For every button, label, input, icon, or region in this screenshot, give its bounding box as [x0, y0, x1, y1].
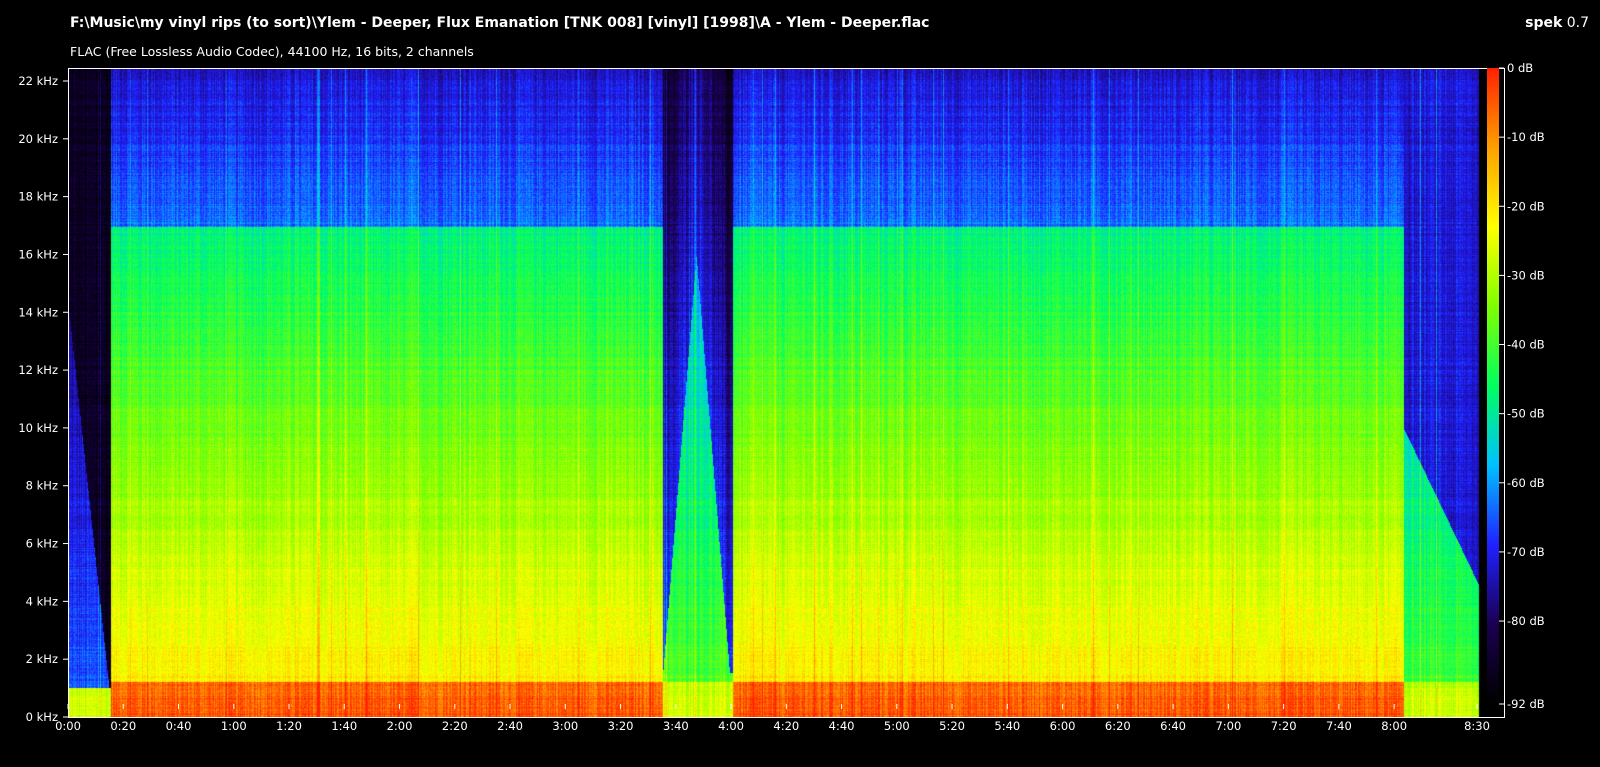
- x-axis-tick-label: 5:00: [884, 719, 910, 733]
- x-axis-tick-label: 7:20: [1271, 719, 1297, 733]
- x-axis-tick-label: 4:00: [718, 719, 744, 733]
- colorbar-tick-label: -70 dB: [1507, 545, 1545, 559]
- colorbar-tick-label: -80 dB: [1507, 614, 1545, 628]
- y-axis-tick-label: 8 kHz: [26, 479, 58, 493]
- x-axis-tick-label: 0:00: [55, 719, 81, 733]
- colorbar-tick-label: -92 dB: [1507, 697, 1545, 711]
- colorbar-tick-label: -40 dB: [1507, 338, 1545, 352]
- x-axis-tick-label: 2:00: [387, 719, 413, 733]
- x-axis-tick-label: 2:20: [442, 719, 468, 733]
- x-axis-tick-label: 4:40: [829, 719, 855, 733]
- colorbar-tick-label: -30 dB: [1507, 268, 1545, 282]
- colorbar-tick-label: -20 dB: [1507, 199, 1545, 213]
- x-axis-tick-label: 6:40: [1160, 719, 1186, 733]
- y-axis-tick-label: 10 kHz: [18, 421, 58, 435]
- colorbar-tick-label: 0 dB: [1507, 61, 1533, 75]
- x-axis-tick-label: 6:00: [1050, 719, 1076, 733]
- x-axis-tick-label: 5:20: [939, 719, 965, 733]
- x-axis-tick-label: 5:40: [994, 719, 1020, 733]
- colorbar-tick-label: -60 dB: [1507, 476, 1545, 490]
- x-axis-tick-label: 6:20: [1105, 719, 1131, 733]
- y-axis-tick-label: 20 kHz: [18, 132, 58, 146]
- x-axis-tick-label: 1:40: [331, 719, 357, 733]
- y-axis-tick-label: 18 kHz: [18, 190, 58, 204]
- x-axis-tick-label: 7:40: [1326, 719, 1352, 733]
- y-axis-tick-label: 0 kHz: [26, 710, 58, 724]
- colorbar-tick-label: -10 dB: [1507, 130, 1545, 144]
- y-axis-tick-label: 4 kHz: [26, 594, 58, 608]
- axes-layer: 0 dB -10 dB -20 dB -30 dB -40 dB -50 dB -60 dB…: [18, 61, 1545, 733]
- x-axis-tick-label: 3:20: [608, 719, 634, 733]
- x-axis-tick-label: 3:40: [663, 719, 689, 733]
- y-axis-tick-label: 22 kHz: [18, 74, 58, 88]
- x-axis-tick-label: 8:00: [1381, 719, 1407, 733]
- x-axis-tick-label: 4:20: [773, 719, 799, 733]
- x-axis-tick-label: 1:00: [221, 719, 247, 733]
- y-axis-tick-label: 14 kHz: [18, 305, 58, 319]
- x-axis-tick-label: 3:00: [552, 719, 578, 733]
- x-axis-tick-label: 8:30: [1464, 719, 1490, 733]
- y-axis-tick-label: 6 kHz: [26, 537, 58, 551]
- colorbar-tick-label: -50 dB: [1507, 407, 1545, 421]
- x-axis-tick-label: 0:20: [110, 719, 136, 733]
- y-axis-tick-label: 2 kHz: [26, 652, 58, 666]
- colorbar: [1487, 68, 1499, 704]
- x-axis-tick-label: 1:20: [276, 719, 302, 733]
- y-axis-tick-label: 12 kHz: [18, 363, 58, 377]
- y-axis-tick-label: 16 kHz: [18, 247, 58, 261]
- x-axis-tick-label: 0:40: [166, 719, 192, 733]
- x-axis-tick-label: 7:00: [1215, 719, 1241, 733]
- x-axis-tick-label: 2:40: [497, 719, 523, 733]
